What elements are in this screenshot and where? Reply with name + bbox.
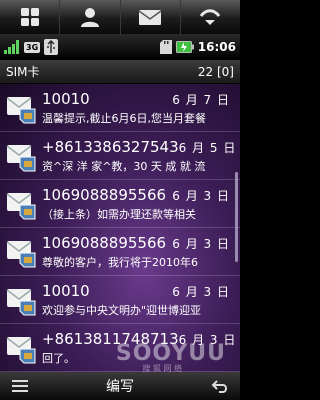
message-preview: 尊敬的客户，我行将于2010年6	[42, 255, 198, 269]
message-sender: 1069088895566	[42, 185, 167, 204]
messages-icon	[138, 10, 162, 25]
message-sender: 10010	[42, 89, 90, 108]
message-preview: 温馨提示,截止6月6日,您当月套餐	[42, 111, 206, 125]
sim-message-icon	[6, 336, 36, 363]
back-button[interactable]	[200, 372, 240, 400]
sd-card-icon	[159, 40, 172, 54]
bottom-bar: 编写	[0, 372, 240, 400]
contacts-icon	[80, 8, 99, 27]
status-bar: 3G 16:06	[0, 34, 240, 60]
apps-button[interactable]	[0, 0, 61, 34]
sim-message-icon	[6, 288, 36, 315]
message-date: 6 月 5 日	[178, 140, 237, 155]
sim-message-icon	[6, 192, 36, 219]
message-row[interactable]: 10010 6 月 3 日 欢迎参与中央文明办"迎世博迎亚	[0, 276, 240, 324]
message-sender: 1069088895566	[42, 233, 167, 252]
message-row[interactable]: 10010 6 月 7 日 温馨提示,截止6月6日,您当月套餐	[0, 84, 240, 132]
message-row[interactable]: +8613386327543 6 月 5 日 资^深 洋 家^教，30 天 成 …	[0, 132, 240, 180]
clock: 16:06	[197, 40, 236, 54]
message-date: 6 月 7 日	[172, 92, 230, 107]
signal-dial-icon	[200, 9, 221, 25]
message-date: 6 月 3 日	[172, 284, 230, 299]
battery-charging-icon	[175, 41, 194, 53]
scrollbar[interactable]	[235, 172, 238, 262]
messages-button[interactable]	[121, 0, 181, 34]
message-preview: 欢迎参与中央文明办"迎世博迎亚	[42, 303, 202, 317]
dial-button[interactable]	[181, 0, 240, 34]
back-arrow-icon	[211, 380, 227, 393]
message-sender: +8613386327543	[42, 137, 179, 156]
contacts-button[interactable]	[60, 0, 121, 34]
sim-message-icon	[6, 96, 36, 123]
message-count: 22 [0]	[197, 64, 234, 79]
message-row[interactable]: 1069088895566 6 月 3 日 尊敬的客户，我行将于2010年6	[0, 228, 240, 276]
apps-grid-icon	[20, 8, 39, 26]
message-list[interactable]: 10010 6 月 7 日 温馨提示,截止6月6日,您当月套餐 +8613386…	[0, 84, 240, 372]
sim-message-icon	[6, 240, 36, 267]
message-row[interactable]: 1069088895566 6 月 3 日 （接上条）如需办理还款等相关	[0, 180, 240, 228]
message-preview: （接上条）如需办理还款等相关	[42, 207, 196, 221]
folder-title: SIM卡	[6, 65, 40, 79]
message-preview: 资^深 洋 家^教，30 天 成 就 流	[42, 159, 206, 173]
message-sender: 10010	[42, 281, 90, 300]
usb-icon	[44, 39, 59, 55]
folder-header: SIM卡 22 [0]	[0, 60, 240, 84]
menu-icon	[12, 380, 28, 392]
shortcut-bar	[0, 0, 240, 34]
signal-strength-icon	[4, 40, 19, 54]
sim-message-icon	[6, 144, 36, 171]
message-date: 6 月 3 日	[172, 188, 230, 203]
message-date: 6 月 3 日	[172, 236, 230, 251]
menu-button[interactable]	[0, 372, 40, 400]
compose-button[interactable]: 编写	[40, 372, 200, 400]
network-type-badge: 3G	[24, 41, 41, 53]
